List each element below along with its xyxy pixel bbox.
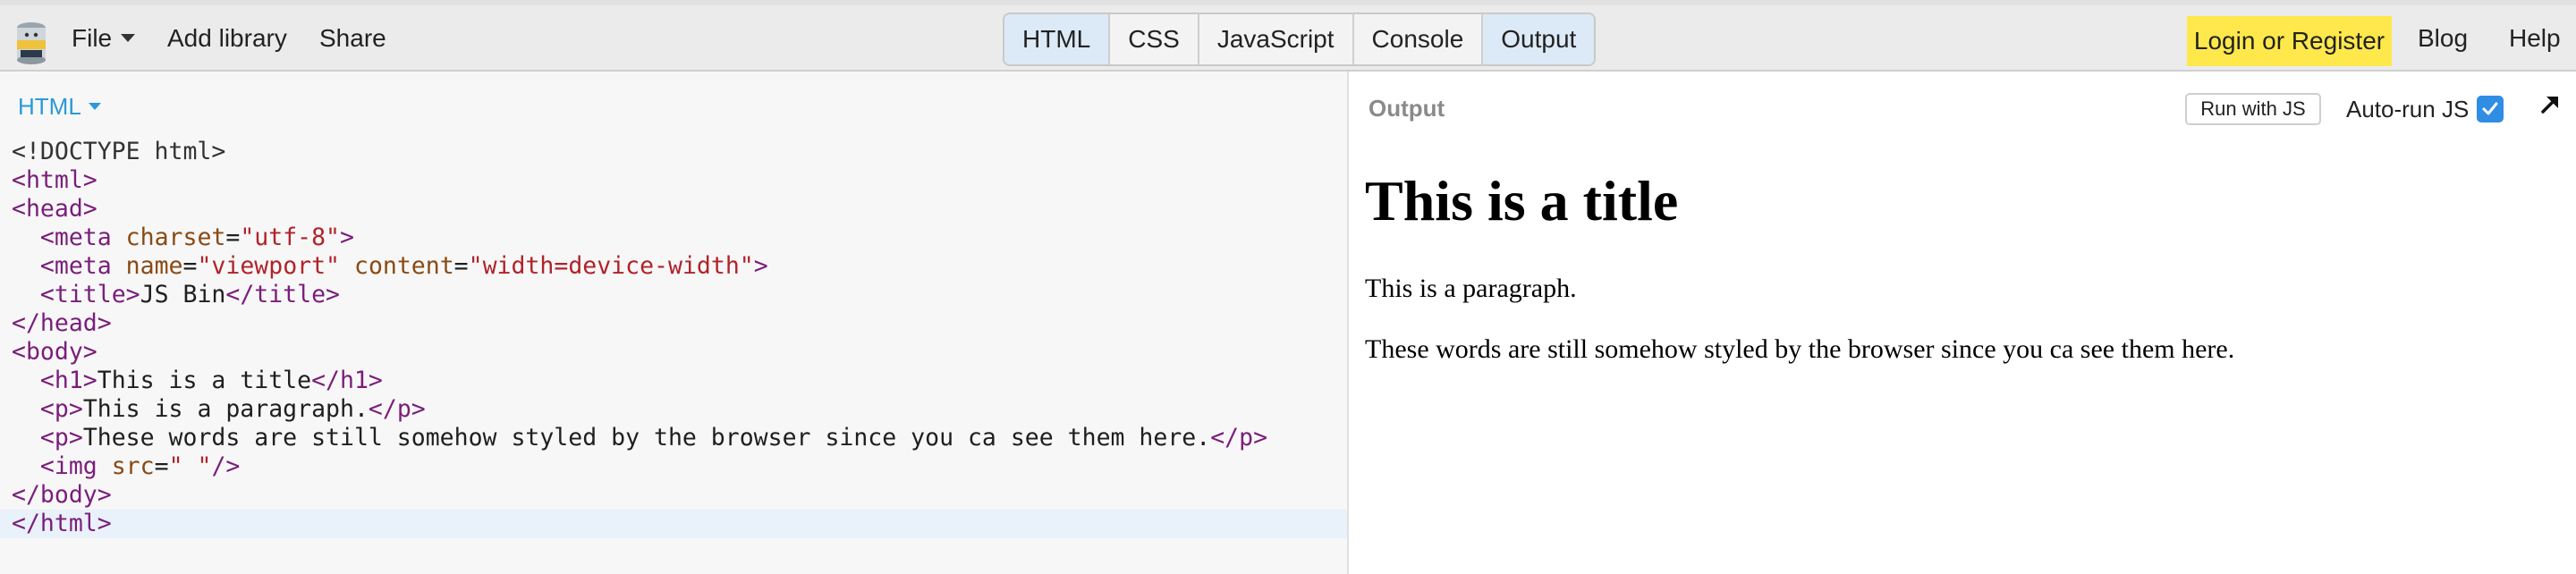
code-line[interactable]: </html> xyxy=(0,510,1347,538)
code-line[interactable]: <meta charset="utf-8"> xyxy=(0,224,1347,252)
code-line[interactable]: <h1>This is a title</h1> xyxy=(0,367,1347,395)
code-line[interactable]: <body> xyxy=(0,338,1347,367)
editor-language-dropdown[interactable]: HTML xyxy=(18,93,101,121)
tab-css[interactable]: CSS xyxy=(1110,14,1199,64)
code-line[interactable]: <img src=" "/> xyxy=(0,452,1347,481)
code-line[interactable]: <html> xyxy=(0,166,1347,195)
chevron-down-icon xyxy=(88,103,101,111)
tab-html[interactable]: HTML xyxy=(1004,14,1111,64)
code-line[interactable]: <p>These words are still somehow styled … xyxy=(0,424,1347,452)
add-library-button[interactable]: Add library xyxy=(167,5,287,72)
output-panel-label: Output xyxy=(1368,95,1445,122)
file-menu[interactable]: File xyxy=(72,5,136,72)
chevron-down-icon xyxy=(121,34,136,43)
code-line[interactable]: <p>This is a paragraph.</p> xyxy=(0,395,1347,424)
code-line[interactable]: </head> xyxy=(0,309,1347,338)
top-toolbar: File Add library Share HTML CSS JavaScri… xyxy=(0,0,2576,72)
output-panel: Output Run with JS Auto-run JS This is a… xyxy=(1351,72,2576,574)
checkmark-icon xyxy=(2482,102,2498,115)
html-editor-panel: HTML <!DOCTYPE html> <html> <head> <meta c… xyxy=(0,72,1349,574)
output-paragraph: These words are still somehow styled by … xyxy=(1365,334,2235,364)
tab-console[interactable]: Console xyxy=(1354,14,1484,64)
editor-language-label: HTML xyxy=(18,93,81,120)
code-editor[interactable]: <!DOCTYPE html> <html> <head> <meta charse… xyxy=(0,138,1347,538)
tab-output[interactable]: Output xyxy=(1483,14,1595,64)
autorun-label: Auto-run JS xyxy=(2346,96,2470,122)
run-with-js-button[interactable]: Run with JS xyxy=(2185,93,2321,125)
tab-javascript[interactable]: JavaScript xyxy=(1199,14,1354,64)
code-line[interactable]: <title>JS Bin</title> xyxy=(0,281,1347,309)
output-paragraph: This is a paragraph. xyxy=(1365,274,1577,303)
arrow-up-right-icon[interactable] xyxy=(2537,91,2563,118)
help-link[interactable]: Help xyxy=(2509,5,2561,72)
autorun-checkbox[interactable] xyxy=(2477,96,2504,122)
blog-link[interactable]: Blog xyxy=(2418,5,2468,72)
code-line[interactable]: </body> xyxy=(0,481,1347,510)
share-button[interactable]: Share xyxy=(319,5,386,72)
code-line[interactable]: <meta name="viewport" content="width=dev… xyxy=(0,252,1347,281)
jsbin-logo-icon[interactable] xyxy=(13,21,50,65)
file-menu-label: File xyxy=(72,24,113,52)
output-heading: This is a title xyxy=(1365,169,1679,232)
login-register-button[interactable]: Login or Register xyxy=(2187,16,2392,66)
panel-toggle-group: HTML CSS JavaScript Console Output xyxy=(1003,13,1597,66)
code-line[interactable]: <!DOCTYPE html> xyxy=(0,138,1347,166)
code-line[interactable]: <head> xyxy=(0,195,1347,224)
